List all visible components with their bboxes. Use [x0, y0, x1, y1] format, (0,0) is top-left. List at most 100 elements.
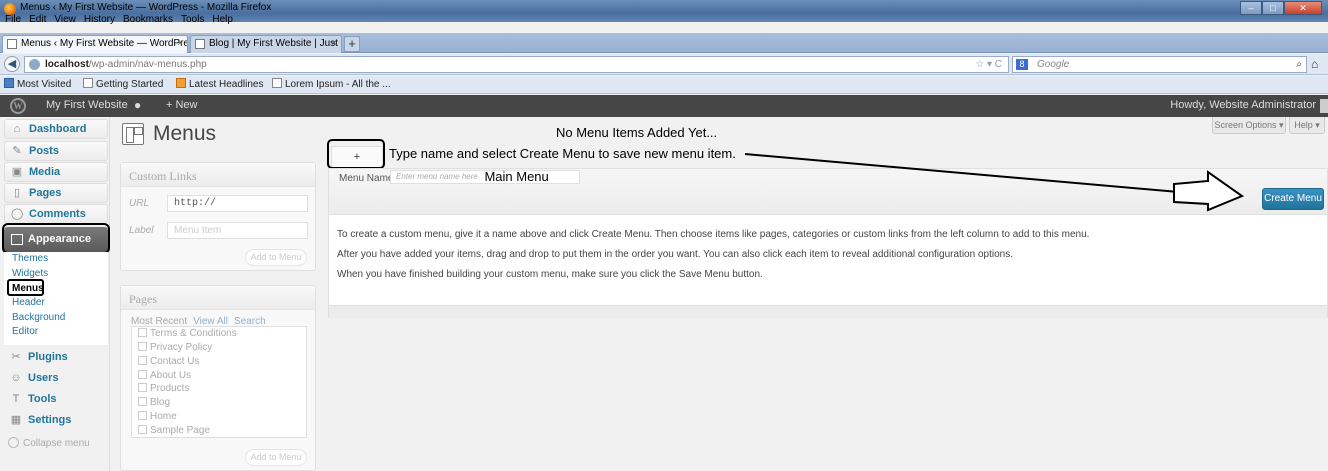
sidebar-item-pages[interactable]: ▯ Pages [4, 183, 108, 203]
checkbox[interactable] [138, 370, 147, 379]
no-menu-items-heading: No Menu Items Added Yet... [556, 125, 718, 140]
sidebar-item-label: Media [29, 166, 61, 178]
tab-label: Blog | My First Website | Just another .… [209, 38, 341, 49]
instruction-text: When you have finished building your cus… [337, 269, 763, 280]
submenu-item-themes[interactable]: Themes [12, 253, 48, 264]
menu-help[interactable]: Help [212, 14, 233, 26]
close-icon[interactable]: ✕ [1284, 1, 1322, 15]
search-input[interactable]: 8 Google ⌕ [1012, 56, 1307, 73]
menu-bookmarks[interactable]: Bookmarks [123, 14, 173, 26]
bookmark-getting-started[interactable]: Getting Started [83, 76, 163, 94]
sidebar-item-plugins[interactable]: ✂ Plugins [4, 348, 108, 368]
collapse-menu-button[interactable]: Collapse menu [8, 437, 90, 449]
sidebar-item-label: Comments [29, 208, 86, 220]
sidebar-item-media[interactable]: ▣ Media [4, 162, 108, 182]
sidebar-item-label: Tools [28, 393, 57, 405]
browser-tab-menus[interactable]: Menus ‹ My First Website — WordPress × [2, 35, 188, 53]
home-icon[interactable]: ⌂ [1311, 57, 1318, 71]
wp-admin-bar: W My First Website ● + New Howdy, Websit… [0, 95, 1328, 117]
tab-bar: Menus ‹ My First Website — WordPress × B… [0, 33, 1328, 53]
bookmark-star-icon[interactable]: ☆ ▾ C [975, 57, 1002, 72]
page-icon: ▯ [13, 187, 21, 199]
new-tab-button[interactable]: + [344, 36, 360, 52]
list-item[interactable]: Sample Page [138, 425, 210, 436]
sidebar-item-posts[interactable]: ✎ Posts [4, 141, 108, 161]
custom-url-input[interactable]: http:// [167, 195, 308, 212]
checkbox[interactable] [138, 411, 147, 420]
bookmark-latest-headlines[interactable]: Latest Headlines [176, 76, 264, 94]
sidebar-item-tools[interactable]: T Tools [4, 390, 108, 410]
plugin-icon: ✂ [11, 351, 21, 363]
help-tab[interactable]: Help ▾ [1289, 117, 1325, 134]
checkbox[interactable] [138, 342, 147, 351]
sidebar-item-label: Posts [29, 145, 59, 157]
maximize-icon[interactable]: □ [1262, 1, 1284, 15]
sidebar-item-comments[interactable]: ◯ Comments [4, 204, 108, 224]
tab-close-icon[interactable]: × [177, 36, 183, 52]
search-engine-icon[interactable]: 8 [1016, 59, 1028, 70]
avatar[interactable] [1320, 99, 1328, 113]
create-menu-button[interactable]: Create Menu [1262, 188, 1324, 210]
dashboard-icon: ⌂ [13, 123, 21, 135]
submenu-item-widgets[interactable]: Widgets [12, 268, 48, 279]
add-custom-link-button[interactable]: Add to Menu [245, 249, 307, 266]
page-favicon-icon [272, 78, 282, 88]
menu-edit[interactable]: Edit [29, 14, 46, 26]
custom-links-title[interactable]: Custom Links [121, 163, 315, 187]
custom-label-input[interactable]: Menu Item [167, 222, 308, 239]
instruction-text: After you have added your items, drag an… [337, 249, 1013, 260]
tab-close-icon[interactable]: × [331, 36, 337, 52]
bookmark-lorem-ipsum[interactable]: Lorem Ipsum - All the ... [272, 76, 391, 94]
add-pages-button[interactable]: Add to Menu [245, 449, 307, 466]
page-favicon-icon [83, 78, 93, 88]
url-label: URL [129, 198, 150, 209]
list-item[interactable]: Products [138, 383, 189, 394]
browser-tab-blog[interactable]: Blog | My First Website | Just another .… [190, 35, 342, 53]
back-arrow-icon[interactable]: ◀ [4, 56, 20, 72]
submenu-item-header[interactable]: Header [12, 297, 45, 308]
sidebar-item-settings[interactable]: ▦ Settings [4, 411, 108, 431]
checkbox[interactable] [138, 383, 147, 392]
list-item[interactable]: Contact Us [138, 356, 199, 367]
checkbox[interactable] [138, 356, 147, 365]
menu-file[interactable]: File [5, 14, 21, 26]
submenu-item-editor[interactable]: Editor [12, 326, 38, 337]
comment-icon[interactable]: ● [134, 98, 141, 112]
custom-links-box: Custom Links URL http:// Label Menu Item… [120, 162, 316, 271]
screen-options-tab[interactable]: Screen Options ▾ [1212, 117, 1286, 134]
url-bar[interactable]: localhost/wp-admin/nav-menus.php ☆ ▾ C [24, 56, 1009, 73]
wordpress-logo-icon[interactable]: W [10, 98, 26, 114]
page-item-label: Contact Us [150, 356, 200, 367]
bookmark-most-visited[interactable]: Most Visited [4, 76, 71, 94]
checkbox[interactable] [138, 397, 147, 406]
submenu-item-background[interactable]: Background [12, 312, 65, 323]
list-item[interactable]: Privacy Policy [138, 342, 212, 353]
annotation-text: Type name and select Create Menu to save… [389, 146, 736, 161]
bookmark-label: Latest Headlines [189, 79, 264, 90]
list-item[interactable]: Terms & Conditions [138, 328, 237, 339]
menu-tools[interactable]: Tools [181, 14, 204, 26]
sidebar-item-label: Users [28, 372, 59, 384]
checkbox[interactable] [138, 425, 147, 434]
checkbox[interactable] [138, 328, 147, 337]
list-item[interactable]: Home [138, 411, 177, 422]
site-name-link[interactable]: My First Website [46, 99, 128, 111]
list-item[interactable]: About Us [138, 370, 191, 381]
search-icon[interactable]: ⌕ [1296, 57, 1302, 72]
menu-name-value: Main Menu [484, 170, 549, 184]
menu-view[interactable]: View [54, 14, 76, 26]
list-item[interactable]: Blog [138, 397, 170, 408]
pages-box-title[interactable]: Pages [121, 286, 315, 310]
sidebar-item-dashboard[interactable]: ⌂ Dashboard [4, 119, 108, 139]
menu-editor-header: Menu Name Enter menu name here Main Menu… [329, 169, 1327, 215]
new-content-button[interactable]: + New [166, 99, 198, 111]
users-icon: ☺ [10, 372, 22, 384]
link-label-label: Label [129, 225, 154, 236]
site-identity-icon[interactable] [29, 59, 40, 70]
howdy-user-menu[interactable]: Howdy, Website Administrator [1170, 99, 1316, 111]
minimize-icon[interactable]: – [1240, 1, 1262, 15]
page-item-label: Blog [150, 397, 171, 408]
menu-history[interactable]: History [84, 14, 115, 26]
menu-name-input[interactable]: Enter menu name here Main Menu [390, 170, 580, 184]
sidebar-item-users[interactable]: ☺ Users [4, 369, 108, 389]
